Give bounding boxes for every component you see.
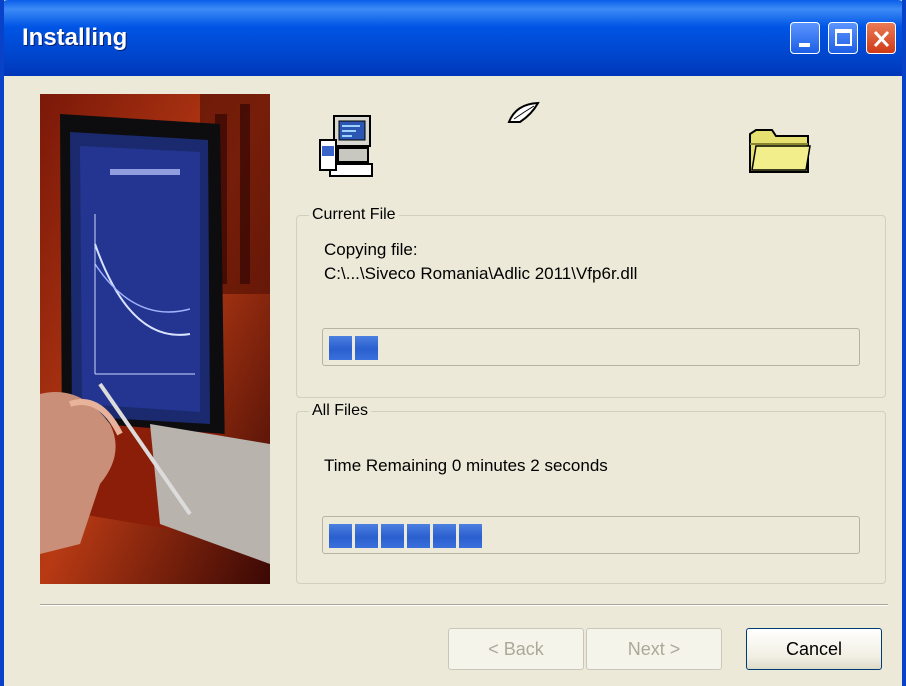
time-remaining-label: Time Remaining 0 minutes 2 seconds: [324, 456, 608, 475]
next-button[interactable]: Next >: [586, 628, 722, 670]
maximize-icon: [835, 29, 852, 46]
progress-block: [407, 524, 430, 548]
computer-setup-icon: [319, 115, 373, 177]
current-file-group: Current File: [296, 206, 886, 398]
progress-block: [329, 524, 352, 548]
minimize-button[interactable]: [790, 22, 820, 54]
title-bar[interactable]: Installing: [4, 0, 902, 76]
progress-block: [381, 524, 404, 548]
installer-window: Installing Current File Copying file: C:…: [0, 0, 906, 686]
back-button[interactable]: < Back: [448, 628, 584, 670]
all-files-group: All Files: [296, 402, 886, 584]
progress-block: [329, 336, 352, 360]
all-files-progress-bar: [322, 516, 860, 554]
progress-block: [355, 336, 378, 360]
all-files-progress-fill: [329, 524, 507, 548]
copying-label: Copying file:: [324, 240, 418, 259]
minimize-icon: [799, 43, 810, 47]
progress-block: [433, 524, 456, 548]
current-file-progress-fill: [329, 336, 402, 360]
all-files-legend: All Files: [312, 402, 369, 419]
window-title: Installing: [22, 24, 128, 51]
cancel-button[interactable]: Cancel: [746, 628, 882, 670]
maximize-button[interactable]: [828, 22, 858, 54]
close-button[interactable]: [866, 22, 896, 54]
progress-block: [459, 524, 482, 548]
current-file-path: C:\...\Siveco Romania\Adlic 2011\Vfp6r.d…: [324, 264, 638, 283]
flying-paper-icon: [507, 101, 540, 123]
button-divider: [40, 604, 888, 606]
setup-banner-image: [40, 94, 270, 584]
current-file-progress-bar: [322, 328, 860, 366]
progress-block: [355, 524, 378, 548]
current-file-legend: Current File: [312, 206, 396, 223]
folder-icon: [749, 129, 811, 173]
close-icon: [873, 30, 890, 48]
